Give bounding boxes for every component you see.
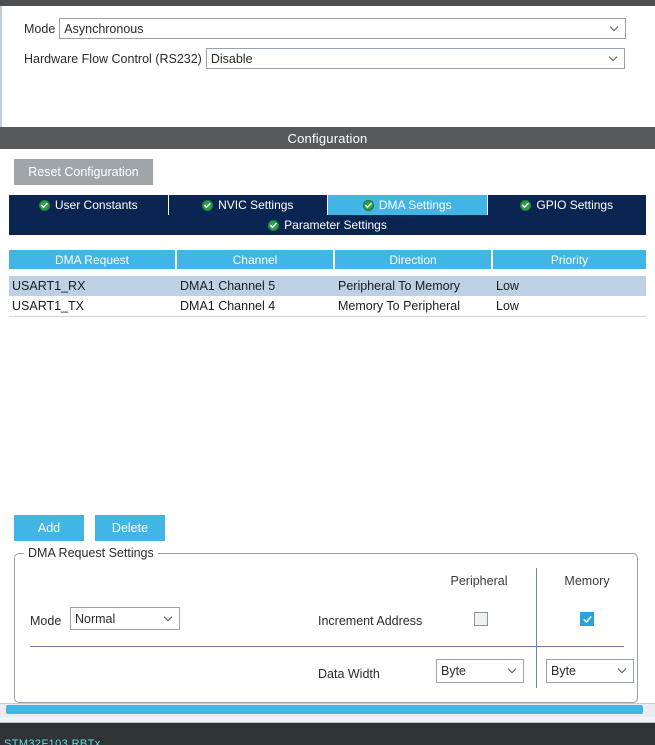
footer-bar: STM32F103 RBTx	[0, 723, 655, 745]
cell-direction: Memory To Peripheral	[338, 299, 461, 313]
chevron-down-icon	[608, 53, 618, 62]
chevron-down-icon	[617, 666, 627, 675]
mode-dropdown-value: Asynchronous	[64, 21, 144, 36]
tab-label: DMA Settings	[378, 198, 452, 212]
green-check-icon	[38, 199, 50, 211]
dma-mode-value: Normal	[75, 611, 116, 626]
data-width-label: Data Width	[318, 667, 380, 681]
hardware-flow-control-dropdown[interactable]: Disable	[205, 48, 625, 69]
column-header-label: DMA Request	[54, 252, 130, 267]
column-header-direction[interactable]: Direction	[335, 250, 493, 269]
table-body: USART1_RX DMA1 Channel 5 Peripheral To M…	[9, 276, 646, 317]
tab-dma-settings[interactable]: DMA Settings	[328, 195, 488, 215]
mode-dropdown[interactable]: Asynchronous	[59, 18, 627, 39]
dma-mode-label: Mode	[30, 614, 62, 628]
column-header-label: Channel	[232, 252, 278, 267]
mode-label: Mode	[24, 21, 56, 36]
cell-priority: Low	[496, 279, 519, 293]
tab-nvic-settings[interactable]: NVIC Settings	[168, 195, 328, 215]
chevron-down-icon	[507, 666, 517, 675]
hardware-flow-control-value: Disable	[210, 51, 253, 66]
data-width-memory-dropdown[interactable]: Byte	[546, 659, 634, 683]
checkmark-icon	[582, 615, 591, 623]
column-header-priority[interactable]: Priority	[493, 250, 646, 269]
column-label-memory: Memory	[564, 574, 610, 588]
data-width-peripheral-value: Byte	[441, 664, 467, 678]
green-check-icon	[362, 199, 374, 211]
tab-label: Parameter Settings	[284, 218, 387, 232]
field-row-mode: Mode Asynchronous	[24, 18, 632, 39]
add-button[interactable]: Add	[14, 515, 84, 541]
increment-address-label: Increment Address	[318, 614, 423, 628]
column-header-label: Priority	[550, 252, 589, 267]
green-check-icon	[520, 199, 532, 211]
chevron-down-icon	[163, 613, 173, 622]
tab-label: User Constants	[54, 198, 138, 212]
data-width-peripheral-dropdown[interactable]: Byte	[436, 659, 524, 683]
table-row[interactable]: USART1_TX DMA1 Channel 4 Memory To Perip…	[9, 296, 646, 316]
horizontal-divider	[30, 646, 624, 647]
cell-channel: DMA1 Channel 4	[180, 299, 276, 313]
table-header-row: DMA Request Channel Direction Priority	[9, 250, 646, 269]
hardware-flow-control-label: Hardware Flow Control (RS232)	[24, 51, 202, 66]
page-title: Configuration	[287, 130, 368, 146]
footer-cutoff-text: STM32F103 RBTx	[4, 738, 101, 745]
increment-address-memory-checkbox[interactable]	[580, 612, 594, 626]
chevron-down-icon	[609, 23, 619, 32]
column-label-peripheral: Peripheral	[450, 574, 508, 588]
field-row-hardware-flow-control: Hardware Flow Control (RS232) Disable	[24, 48, 632, 69]
tab-label: NVIC Settings	[218, 198, 294, 212]
cell-channel: DMA1 Channel 5	[180, 279, 276, 293]
green-check-icon	[268, 219, 280, 231]
increment-address-peripheral-checkbox[interactable]	[474, 612, 488, 626]
dma-request-table: DMA Request Channel Direction Priority U…	[9, 250, 646, 317]
tab-label: GPIO Settings	[536, 198, 614, 212]
delete-button[interactable]: Delete	[95, 515, 165, 541]
configuration-body: Reset Configuration User Constants NVIC …	[0, 149, 655, 709]
tab-parameter-settings[interactable]: Parameter Settings	[9, 215, 646, 235]
tab-gpio-settings[interactable]: GPIO Settings	[487, 195, 646, 215]
column-header-label: Direction	[389, 252, 437, 267]
green-check-icon	[202, 199, 214, 211]
cell-dma-request: USART1_RX	[12, 279, 86, 293]
cell-direction: Peripheral To Memory	[338, 279, 461, 293]
column-header-dma-request[interactable]: DMA Request	[9, 250, 177, 269]
vertical-divider	[536, 568, 537, 688]
cell-priority: Low	[496, 299, 519, 313]
dma-request-settings-group: DMA Request Settings Peripheral Memory M…	[14, 546, 638, 703]
horizontal-scrollbar-thumb[interactable]	[6, 705, 643, 714]
table-row[interactable]: USART1_RX DMA1 Channel 5 Peripheral To M…	[9, 276, 646, 296]
cell-dma-request: USART1_TX	[12, 299, 85, 313]
settings-tab-strip: User Constants NVIC Settings DMA Setting…	[9, 195, 646, 215]
column-header-channel[interactable]: Channel	[177, 250, 335, 269]
tab-user-constants[interactable]: User Constants	[9, 195, 169, 215]
configuration-title-bar: Configuration	[0, 127, 655, 149]
peripheral-settings-panel: Mode Asynchronous Hardware Flow Control …	[0, 6, 655, 127]
dma-mode-dropdown[interactable]: Normal	[70, 607, 180, 630]
data-width-memory-value: Byte	[551, 664, 577, 678]
reset-configuration-button[interactable]: Reset Configuration	[14, 159, 153, 185]
